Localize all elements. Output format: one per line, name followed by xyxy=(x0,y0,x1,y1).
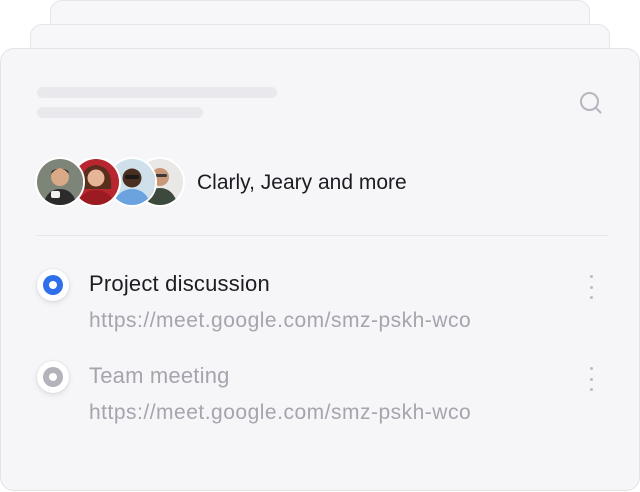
meeting-title: Team meeting xyxy=(89,363,230,388)
radio-unselected[interactable] xyxy=(37,361,69,393)
search-button[interactable] xyxy=(575,87,607,119)
divider xyxy=(37,235,609,236)
meeting-item-project-discussion[interactable]: Project discussion https://meet.google.c… xyxy=(1,263,640,343)
avatar xyxy=(35,157,85,207)
more-vertical-icon xyxy=(589,367,593,370)
meeting-title: Project discussion xyxy=(89,271,270,296)
radio-dot xyxy=(43,275,63,295)
more-options-button[interactable] xyxy=(581,273,601,301)
participant-avatars[interactable] xyxy=(35,157,185,209)
meeting-item-team-meeting[interactable]: Team meeting https://meet.google.com/smz… xyxy=(1,355,640,435)
participants-label: Clarly, Jeary and more xyxy=(197,171,407,194)
more-options-button[interactable] xyxy=(581,365,601,393)
radio-dot xyxy=(43,367,63,387)
radio-selected[interactable] xyxy=(37,269,69,301)
search-icon xyxy=(580,92,602,114)
skeleton-title-line xyxy=(37,87,277,98)
meetings-card: Clarly, Jeary and more Project discussio… xyxy=(0,48,640,491)
meeting-url[interactable]: https://meet.google.com/smz-pskh-wco xyxy=(89,401,471,425)
meeting-url[interactable]: https://meet.google.com/smz-pskh-wco xyxy=(89,309,471,333)
skeleton-subtitle-line xyxy=(37,107,203,118)
more-vertical-icon xyxy=(589,275,593,278)
